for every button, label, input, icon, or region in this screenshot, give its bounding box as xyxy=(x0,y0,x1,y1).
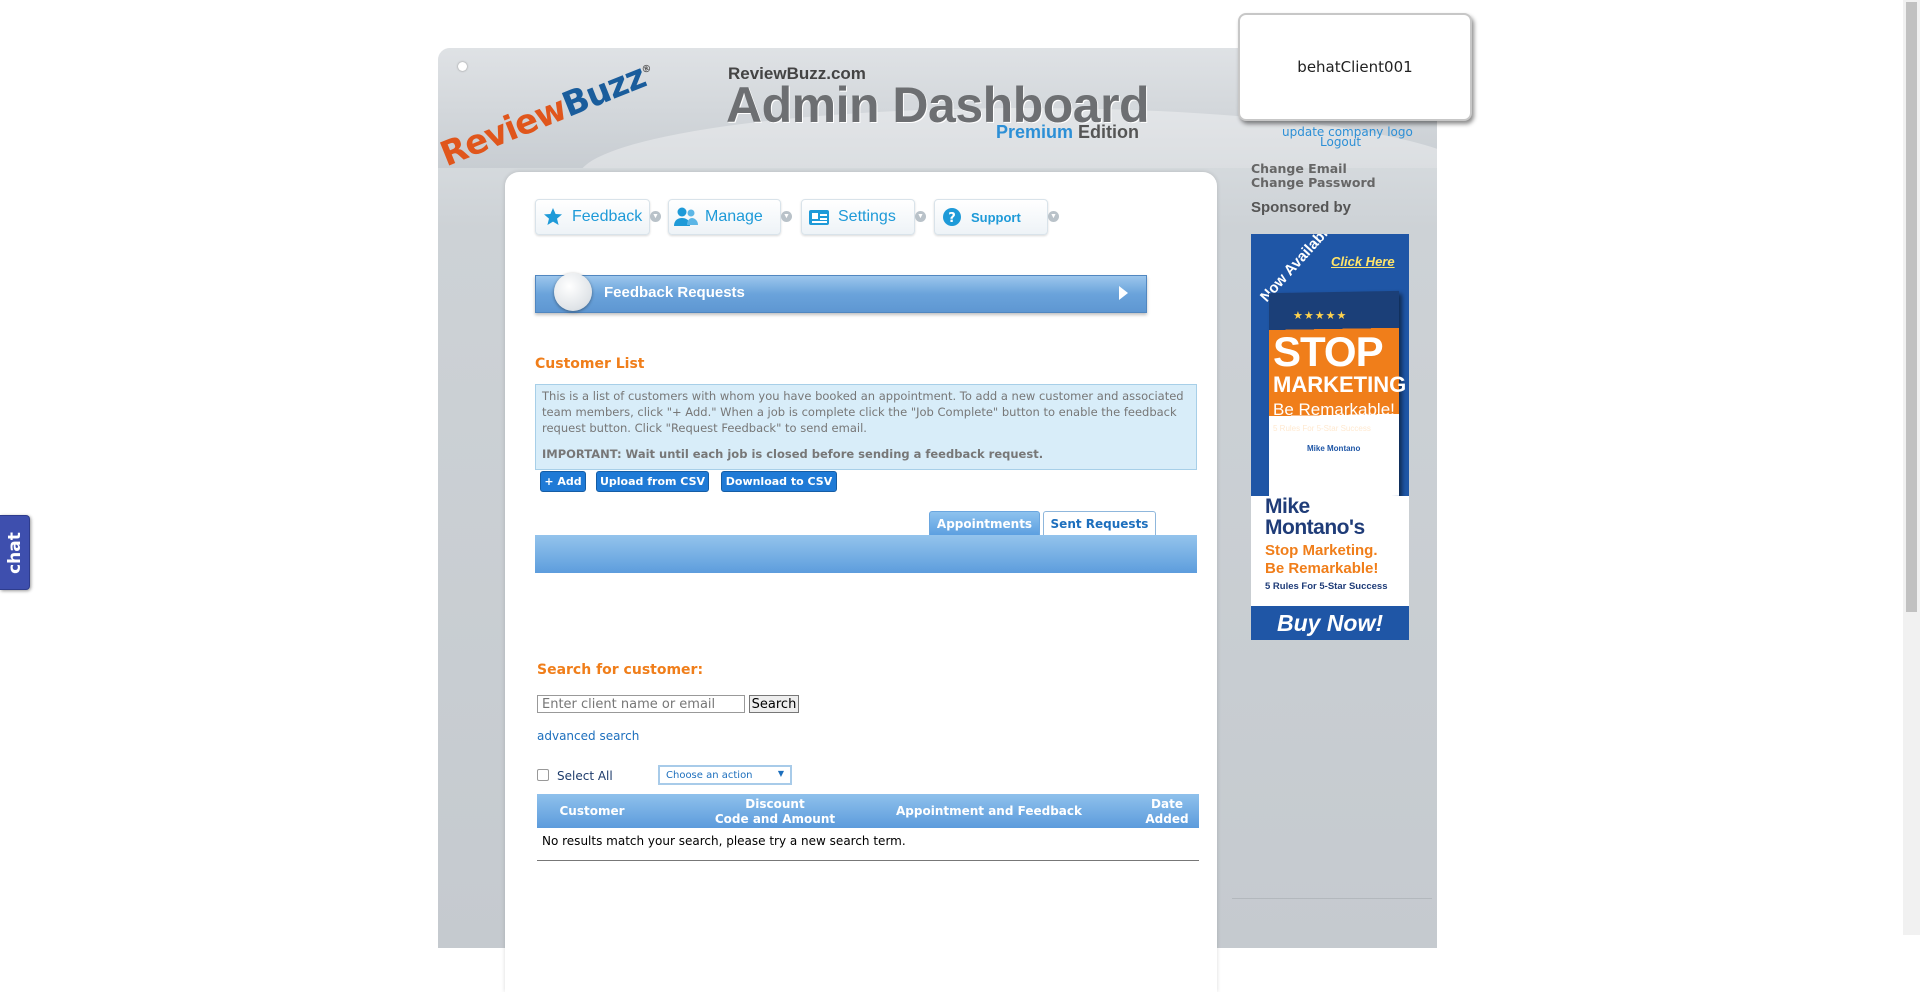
scrollbar-thumb[interactable] xyxy=(1906,2,1917,612)
action-select-value: Choose an action xyxy=(666,769,753,781)
edition-word: Edition xyxy=(1078,122,1140,142)
logo-review: Review xyxy=(434,88,572,175)
ad-author: Mike Montano's xyxy=(1265,496,1365,538)
vertical-scrollbar[interactable] xyxy=(1903,0,1920,935)
chat-tab[interactable]: chat xyxy=(0,515,30,590)
dropdown-arrow-icon: ▼ xyxy=(777,769,784,778)
click-here-link[interactable]: Click Here xyxy=(1331,254,1395,269)
book-rules-small: 5 Rules For 5-Star Success xyxy=(1273,424,1371,433)
right-divider xyxy=(1232,898,1432,899)
ad-tagline-2: Be Remarkable! xyxy=(1265,560,1379,577)
book-title-marketing: MARKETING xyxy=(1273,372,1407,397)
change-email-link[interactable]: Change Email xyxy=(1251,161,1347,176)
rating-stars: ★★★★★ xyxy=(1293,309,1348,322)
col-code-amount: Code and Amount xyxy=(714,812,836,826)
logo-text: ReviewBuzz® xyxy=(434,53,660,175)
search-button[interactable]: Search xyxy=(749,695,799,713)
col-customer[interactable]: Customer xyxy=(557,804,627,818)
search-input[interactable]: Enter client name or email xyxy=(537,695,745,713)
book-title-stop: STOP xyxy=(1273,328,1384,375)
action-select[interactable]: Choose an action ▼ xyxy=(658,765,792,785)
book-advertisement[interactable]: Now Available Click Here ★★★★★ STOP MARK… xyxy=(1251,234,1409,640)
select-all-checkbox[interactable] xyxy=(537,769,549,781)
logout-link[interactable]: Logout xyxy=(1320,135,1361,149)
results-header: Customer Discount Code and Amount Appoin… xyxy=(537,794,1199,828)
col-appointment-feedback[interactable]: Appointment and Feedback xyxy=(889,804,1089,818)
edition-premium: Premium xyxy=(996,122,1074,142)
edition-label: Premium Edition xyxy=(996,122,1139,143)
chat-label: chat xyxy=(4,531,25,574)
col-date[interactable]: Date xyxy=(1137,797,1197,811)
client-account-box[interactable]: behatClient001 xyxy=(1238,13,1472,121)
change-password-link[interactable]: Change Password xyxy=(1251,175,1376,190)
logo-buzz: Buzz xyxy=(556,56,652,126)
ad-tagline-1: Stop Marketing. xyxy=(1265,542,1378,559)
results-divider xyxy=(537,860,1199,861)
sponsored-by-label: Sponsored by xyxy=(1251,199,1352,216)
ad-tagline: Stop Marketing. Be Remarkable! xyxy=(1265,542,1378,578)
ad-author-first: Mike xyxy=(1265,495,1310,518)
col-discount[interactable]: Discount xyxy=(725,797,825,811)
ad-rules: 5 Rules For 5-Star Success xyxy=(1265,581,1388,592)
advanced-search-link[interactable]: advanced search xyxy=(537,729,639,743)
ad-author-last: Montano's xyxy=(1265,516,1365,539)
reviewbuzz-logo[interactable]: ReviewBuzz® xyxy=(428,56,688,174)
book-author-small: Mike Montano xyxy=(1307,444,1361,453)
col-added: Added xyxy=(1145,812,1189,826)
no-results-message: No results match your search, please try… xyxy=(542,834,906,848)
select-all-label[interactable]: Select All xyxy=(557,769,613,783)
client-name: behatClient001 xyxy=(1297,58,1413,76)
book-subtitle: Be Remarkable! xyxy=(1273,400,1395,419)
buy-now-button[interactable]: Buy Now! xyxy=(1251,606,1409,640)
lower-content: Enter client name or email Search advanc… xyxy=(507,172,1219,935)
